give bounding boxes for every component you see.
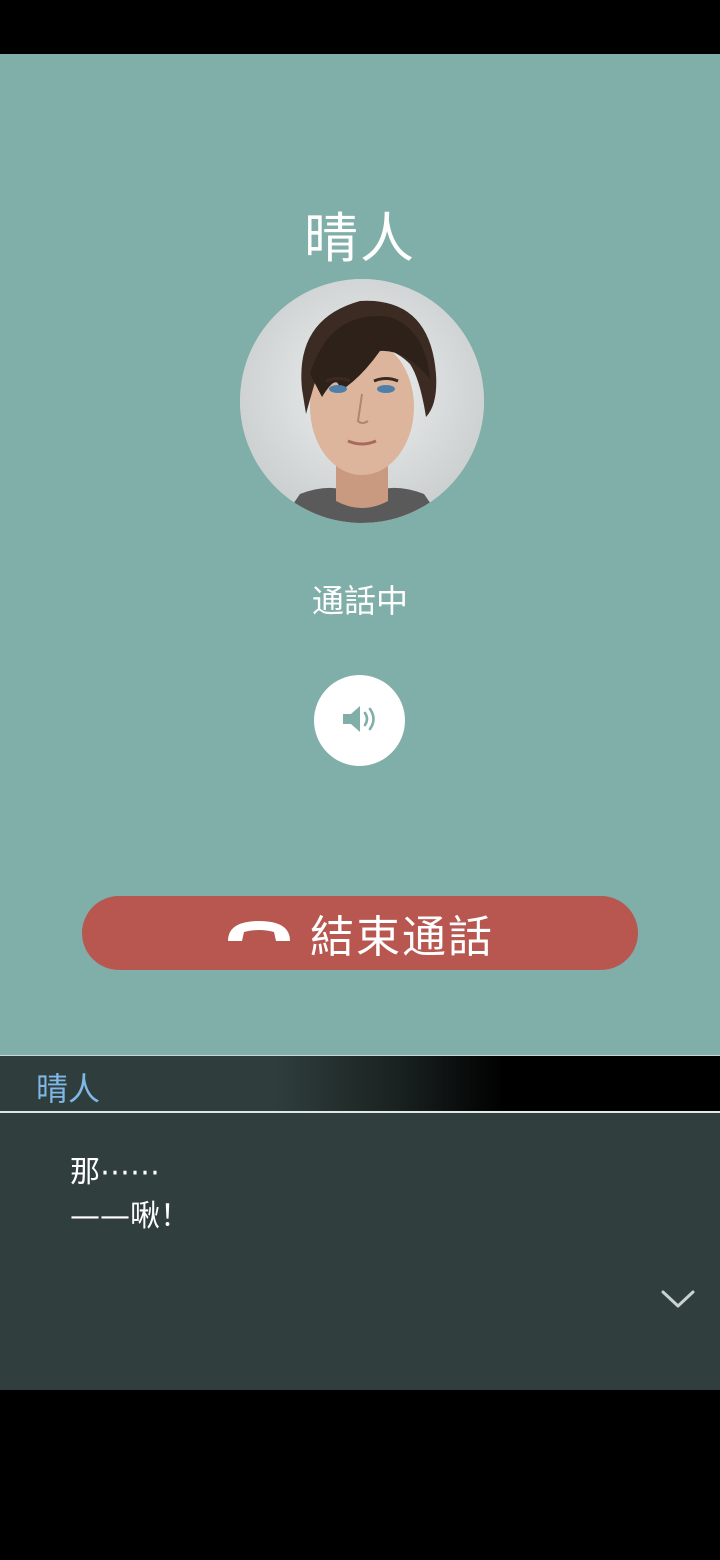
chevron-down-icon[interactable] bbox=[660, 1287, 696, 1311]
call-screen: 晴人 通話中 結束通話 bbox=[0, 54, 720, 1055]
speaker-button[interactable] bbox=[314, 675, 405, 766]
speaker-name-plate: 晴人 bbox=[0, 1055, 720, 1112]
top-black-bar bbox=[0, 0, 720, 54]
bottom-black-bar bbox=[0, 1390, 720, 1560]
dialogue-line: ——啾！ bbox=[70, 1199, 190, 1234]
end-call-label: 結束通話 bbox=[310, 912, 494, 963]
end-call-button[interactable]: 結束通話 bbox=[82, 896, 638, 970]
dialogue-box[interactable]: 晴人 那⋯⋯ ——啾！ bbox=[0, 1055, 720, 1390]
speaker-name: 晴人 bbox=[36, 1070, 101, 1108]
caller-avatar bbox=[240, 279, 484, 523]
dialogue-line: 那⋯⋯ bbox=[70, 1155, 160, 1190]
phone-hangup-icon bbox=[226, 917, 292, 949]
call-status: 通話中 bbox=[311, 582, 408, 620]
dialogue-text-box: 那⋯⋯ ——啾！ bbox=[0, 1113, 720, 1390]
speaker-icon bbox=[340, 703, 380, 739]
caller-name: 晴人 bbox=[304, 207, 416, 270]
